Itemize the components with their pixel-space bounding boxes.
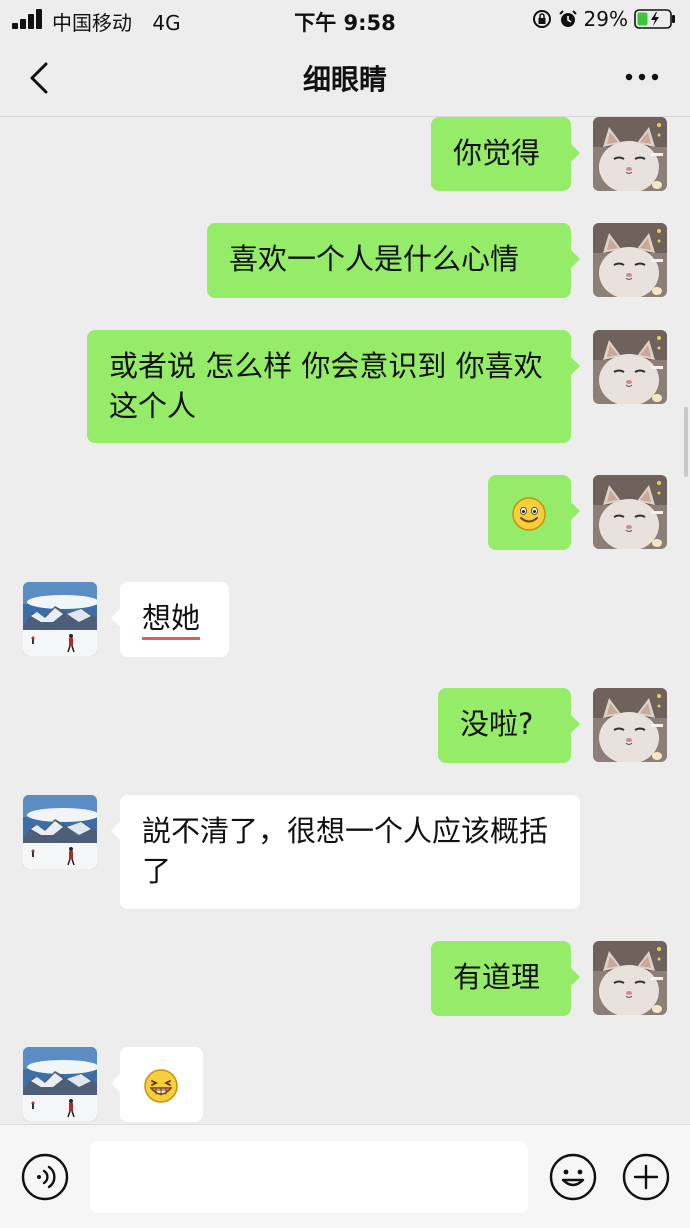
- plus-icon[interactable]: [621, 1152, 671, 1202]
- message-bubble-sent[interactable]: 有道理: [431, 941, 580, 1016]
- my-avatar[interactable]: [593, 117, 667, 191]
- my-avatar[interactable]: [593, 223, 667, 297]
- contact-avatar[interactable]: [23, 795, 97, 869]
- message-bubble-received[interactable]: 説不清了，很想一个人应该概括了: [111, 795, 580, 909]
- message-bubble-sent[interactable]: [488, 475, 580, 550]
- message-list[interactable]: 你觉得 喜欢一个人是什么心情 或者说 怎么样 你会意识到 你喜欢这个人 想她 没…: [0, 117, 690, 1124]
- battery-percent: 29%: [583, 7, 628, 31]
- contact-avatar[interactable]: [23, 1047, 97, 1121]
- voice-icon[interactable]: [20, 1152, 70, 1202]
- scrollbar-thumb[interactable]: [684, 407, 688, 477]
- contact-avatar[interactable]: [23, 582, 97, 656]
- message-bubble-sent[interactable]: 或者说 怎么样 你会意识到 你喜欢这个人: [87, 330, 580, 443]
- message-bubble-received[interactable]: 想她: [111, 582, 229, 657]
- smile-emoji-icon: [512, 497, 546, 531]
- status-bar: 中国移动 4G 下午 9:58 29%: [0, 0, 690, 40]
- message-input[interactable]: [90, 1141, 528, 1213]
- message-text: 或者说 怎么样 你会意识到 你喜欢这个人: [109, 349, 543, 423]
- lock-icon: [532, 10, 551, 28]
- grin-emoji-icon: [144, 1069, 178, 1103]
- message-text: 想她: [142, 601, 201, 640]
- message-text: 説不清了，很想一个人应该概括了: [142, 814, 549, 888]
- my-avatar[interactable]: [593, 941, 667, 1015]
- emoji-icon[interactable]: [548, 1152, 598, 1202]
- message-text: 你觉得: [453, 136, 541, 170]
- more-icon[interactable]: [624, 70, 660, 84]
- message-bubble-sent[interactable]: 你觉得: [431, 117, 580, 191]
- message-bubble-received[interactable]: [111, 1047, 203, 1122]
- input-bar: [0, 1124, 690, 1228]
- message-text: 有道理: [453, 960, 541, 994]
- message-bubble-sent[interactable]: 没啦?: [438, 688, 580, 763]
- status-right: 29%: [532, 7, 676, 31]
- battery-icon: [634, 9, 675, 29]
- message-text: 喜欢一个人是什么心情: [229, 242, 520, 276]
- alarm-icon: [558, 10, 577, 27]
- chat-title: 细眼睛: [302, 63, 387, 96]
- chat-header: 细眼睛: [0, 40, 690, 117]
- message-bubble-sent[interactable]: 喜欢一个人是什么心情: [207, 223, 580, 298]
- my-avatar[interactable]: [593, 475, 667, 549]
- my-avatar[interactable]: [593, 688, 667, 762]
- my-avatar[interactable]: [593, 330, 667, 404]
- message-text: 没啦?: [460, 707, 534, 741]
